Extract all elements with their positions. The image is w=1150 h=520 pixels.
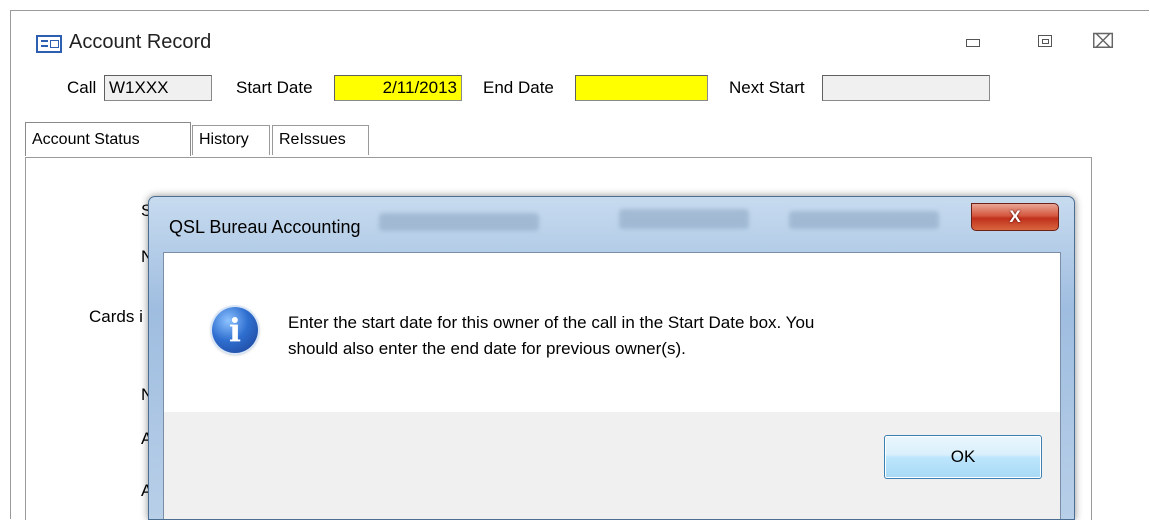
start-date-label: Start Date xyxy=(236,78,313,97)
form-icon xyxy=(36,35,62,53)
tab-reissues[interactable]: ReIssues xyxy=(272,125,369,155)
ok-button[interactable]: OK xyxy=(884,435,1042,479)
tab-history[interactable]: History xyxy=(192,125,270,155)
dialog-message-area: i Enter the start date for this owner of… xyxy=(164,253,1060,412)
dialog-body: i Enter the start date for this owner of… xyxy=(163,252,1061,519)
window-title: Account Record xyxy=(69,31,212,53)
next-start-field[interactable] xyxy=(822,75,990,101)
next-start-label: Next Start xyxy=(729,78,805,97)
start-date-field[interactable]: 2/11/2013 xyxy=(334,75,462,101)
call-label: Call xyxy=(67,78,97,97)
end-date-label: End Date xyxy=(483,78,554,97)
cards-label: Cards i xyxy=(89,307,143,326)
end-date-field[interactable] xyxy=(575,75,708,101)
call-field[interactable]: W1XXX xyxy=(104,75,212,101)
close-icon[interactable]: ⌧ xyxy=(1089,29,1117,54)
tab-account-status[interactable]: Account Status xyxy=(25,122,191,156)
dialog-message: Enter the start date for this owner of t… xyxy=(288,310,1028,362)
dialog-title: QSL Bureau Accounting xyxy=(169,217,361,237)
dialog-message-line-1: Enter the start date for this owner of t… xyxy=(288,313,815,332)
window-titlebar: Account Record ⌧ xyxy=(11,11,1149,65)
message-dialog: QSL Bureau Accounting X i Enter the star… xyxy=(148,196,1075,520)
dialog-close-button[interactable]: X xyxy=(971,203,1059,231)
dialog-message-line-2: should also enter the end date for previ… xyxy=(288,339,686,358)
background-blur xyxy=(789,211,939,229)
info-icon: i xyxy=(212,307,258,353)
background-blur xyxy=(379,213,539,231)
minimize-icon[interactable] xyxy=(959,29,987,47)
background-blur xyxy=(619,209,749,229)
restore-icon[interactable] xyxy=(1031,29,1059,47)
